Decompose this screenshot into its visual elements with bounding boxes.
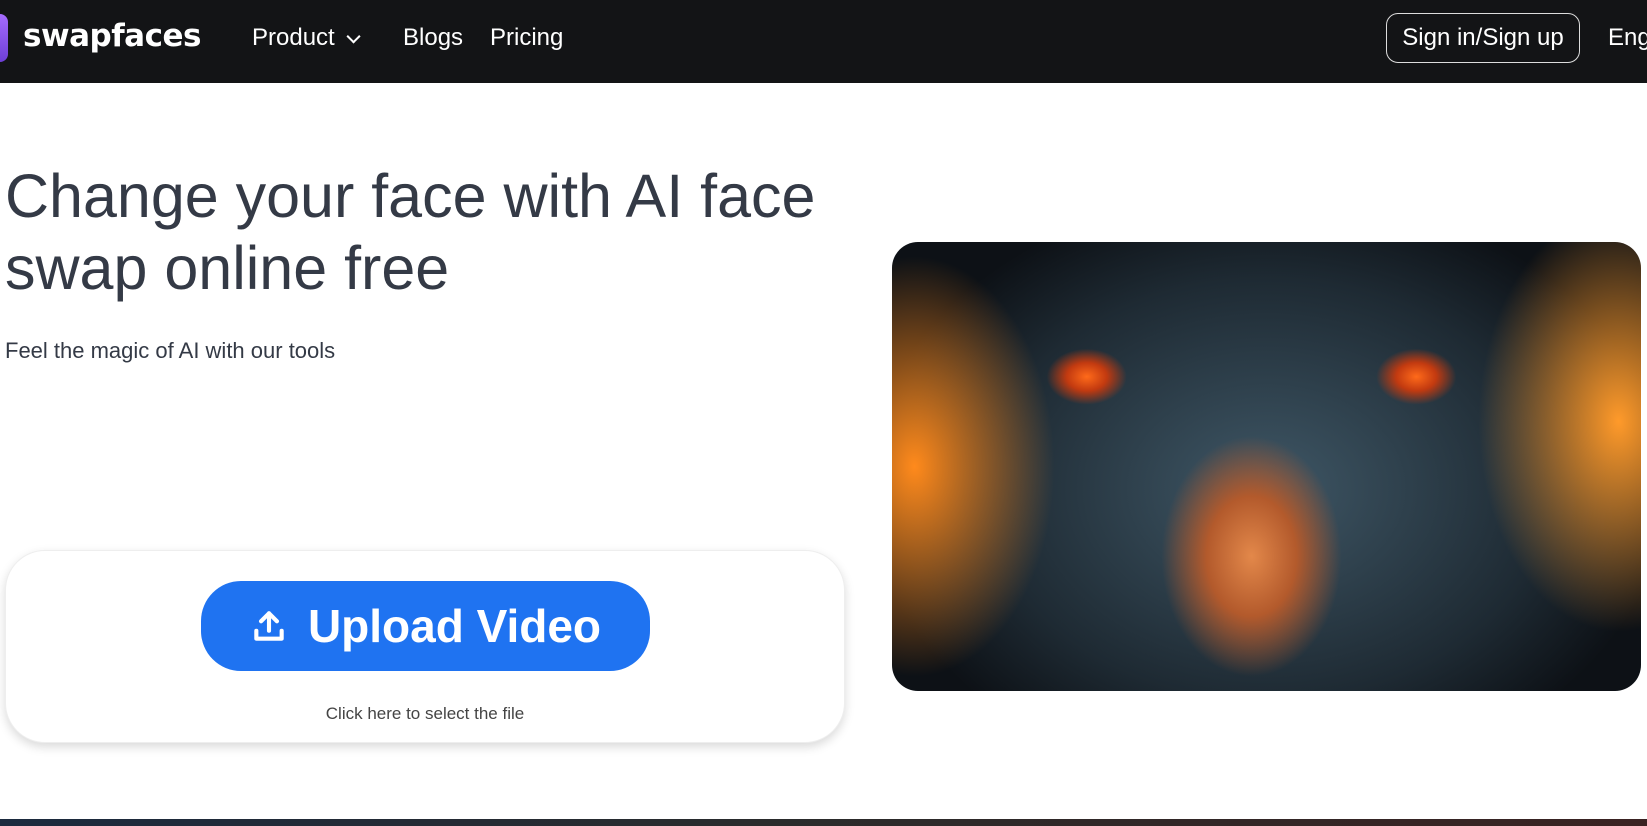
- hero-image: [892, 242, 1641, 691]
- subtitle: Feel the magic of AI with our tools: [5, 338, 336, 363]
- nav-blogs[interactable]: Blogs: [403, 24, 463, 52]
- top-nav: swapfaces Product Blogs Pricing Sign in/…: [0, 0, 1647, 83]
- upload-icon: [254, 611, 284, 641]
- chevron-down-icon: [346, 29, 361, 44]
- nav-pricing[interactable]: Pricing: [490, 24, 563, 52]
- nav-product[interactable]: Product: [252, 24, 361, 52]
- logo-icon[interactable]: [0, 14, 8, 62]
- upload-caption: Click here to select the file: [325, 704, 525, 723]
- page-title: Change your face with AI face swap onlin…: [5, 162, 816, 302]
- next-section: [0, 819, 1647, 826]
- language-selector[interactable]: Eng: [1608, 24, 1647, 52]
- upload-video-label: Upload Video: [307, 600, 602, 652]
- upload-video-button[interactable]: Upload Video: [201, 581, 650, 671]
- nav-product-label: Product: [252, 24, 335, 51]
- logo[interactable]: swapfaces: [23, 18, 201, 54]
- upload-card[interactable]: Upload Video Click here to select the fi…: [5, 550, 845, 743]
- sign-in-button[interactable]: Sign in/Sign up: [1386, 13, 1580, 63]
